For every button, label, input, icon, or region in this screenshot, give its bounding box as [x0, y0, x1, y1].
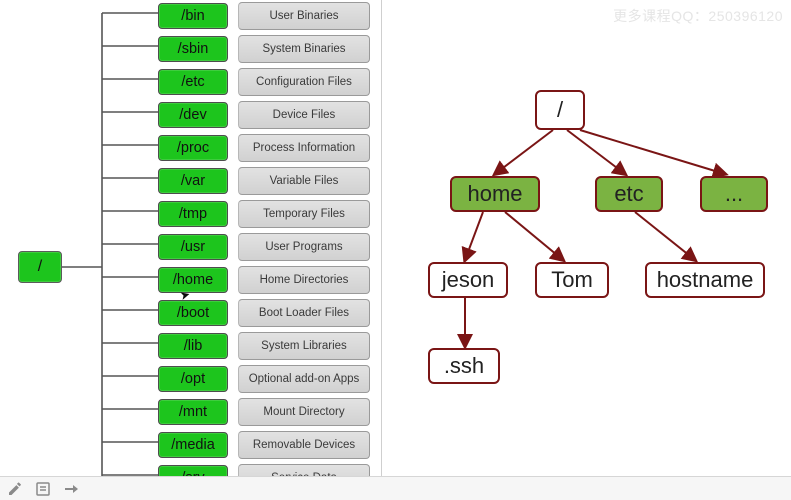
desc-box: System Libraries	[238, 332, 370, 360]
filesystem-rows: /bin User Binaries /sbin System Binaries /…	[158, 0, 370, 493]
fs-row: /dev Device Files	[158, 99, 370, 130]
tree-root-node: /	[535, 90, 585, 130]
vertical-divider	[381, 0, 382, 500]
desc-box: User Programs	[238, 233, 370, 261]
left-connectors	[62, 0, 158, 500]
watermark-text: 更多课程QQ：250396120	[613, 6, 783, 26]
dir-box: /media	[158, 432, 228, 458]
desc-box: Removable Devices	[238, 431, 370, 459]
tree-node-more: ...	[700, 176, 768, 212]
tree-node-jeson: jeson	[428, 262, 508, 298]
fs-row: /mnt Mount Directory	[158, 396, 370, 427]
fs-row: /media Removable Devices	[158, 429, 370, 460]
tree-node-etc: etc	[595, 176, 663, 212]
fs-row: /boot Boot Loader Files	[158, 297, 370, 328]
tree-diagram: / home etc ... jeson Tom hostname .ssh	[395, 90, 790, 470]
tree-node-tom: Tom	[535, 262, 609, 298]
desc-box: Temporary Files	[238, 200, 370, 228]
fs-row: /opt Optional add-on Apps	[158, 363, 370, 394]
dir-box: /lib	[158, 333, 228, 359]
fs-row: /var Variable Files	[158, 165, 370, 196]
desc-box: Boot Loader Files	[238, 299, 370, 327]
desc-box: Process Information	[238, 134, 370, 162]
dir-box: /bin	[158, 3, 228, 29]
dir-box: /opt	[158, 366, 228, 392]
desc-box: User Binaries	[238, 2, 370, 30]
fs-row: /proc Process Information	[158, 132, 370, 163]
notes-icon[interactable]	[34, 480, 52, 498]
desc-box: Home Directories	[238, 266, 370, 294]
desc-box: Mount Directory	[238, 398, 370, 426]
dir-box: /tmp	[158, 201, 228, 227]
tree-node-home: home	[450, 176, 540, 212]
tree-node-hostname: hostname	[645, 262, 765, 298]
fs-row: /tmp Temporary Files	[158, 198, 370, 229]
desc-box: System Binaries	[238, 35, 370, 63]
desc-box: Device Files	[238, 101, 370, 129]
fs-row: /usr User Programs	[158, 231, 370, 262]
bottom-toolbar	[0, 476, 791, 500]
pencil-icon[interactable]	[6, 480, 24, 498]
dir-box: /mnt	[158, 399, 228, 425]
dir-box: /dev	[158, 102, 228, 128]
desc-box: Configuration Files	[238, 68, 370, 96]
desc-box: Optional add-on Apps	[238, 365, 370, 393]
root-node: /	[18, 251, 62, 283]
arrow-right-icon[interactable]	[62, 480, 80, 498]
desc-box: Variable Files	[238, 167, 370, 195]
dir-box: /sbin	[158, 36, 228, 62]
dir-box: /usr	[158, 234, 228, 260]
dir-box: /home	[158, 267, 228, 293]
dir-box: /boot	[158, 300, 228, 326]
dir-box: /proc	[158, 135, 228, 161]
tree-node-ssh: .ssh	[428, 348, 500, 384]
fs-row: /sbin System Binaries	[158, 33, 370, 64]
fs-row: /lib System Libraries	[158, 330, 370, 361]
fs-row: /home Home Directories	[158, 264, 370, 295]
filesystem-table: / /bin User Binaries /sbin System Binaries	[18, 0, 378, 500]
dir-box: /etc	[158, 69, 228, 95]
dir-box: /var	[158, 168, 228, 194]
fs-row: /bin User Binaries	[158, 0, 370, 31]
fs-row: /etc Configuration Files	[158, 66, 370, 97]
